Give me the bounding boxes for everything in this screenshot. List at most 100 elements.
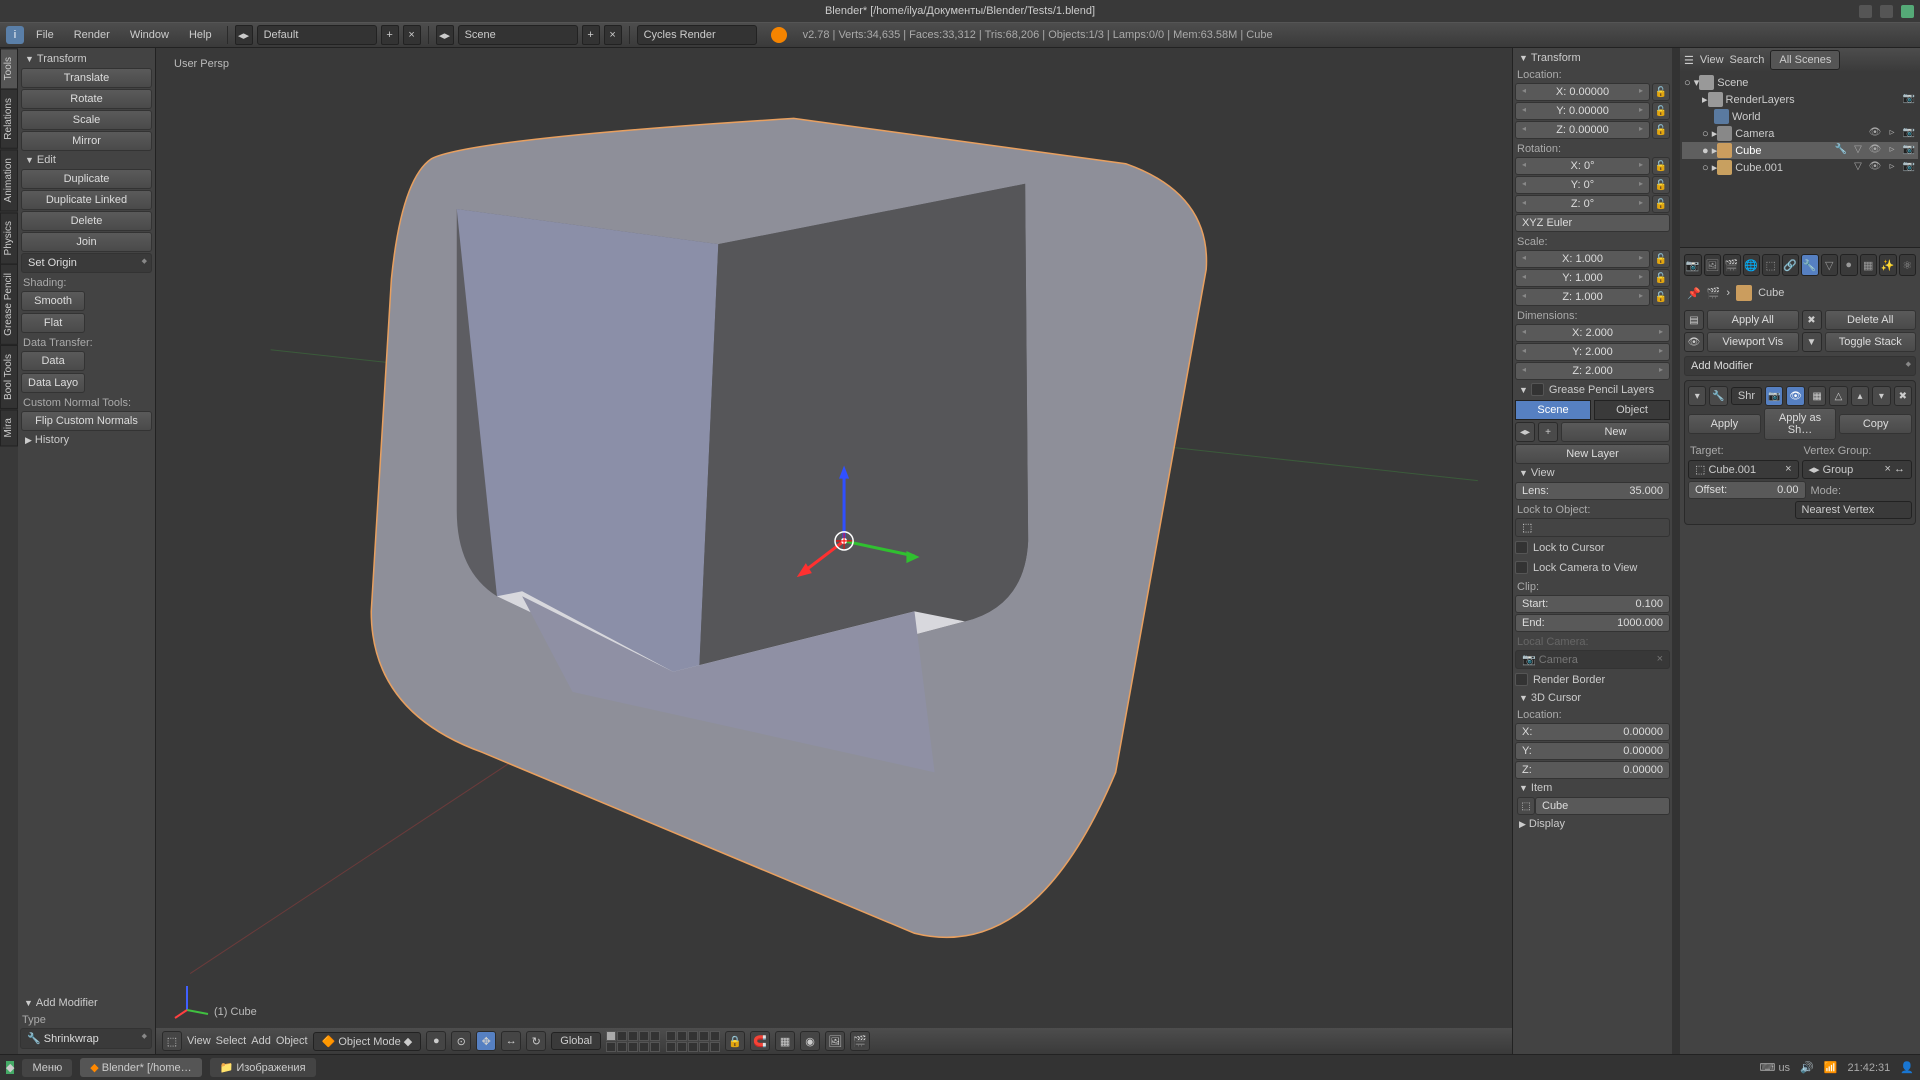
maximize-button[interactable]: [1880, 5, 1893, 18]
tab-physics[interactable]: Physics: [0, 212, 18, 264]
history-panel-header[interactable]: ▶History: [21, 432, 152, 448]
delete-icon[interactable]: ✖: [1802, 310, 1822, 330]
set-origin-dropdown[interactable]: Set Origin: [21, 253, 152, 273]
new-layer-button[interactable]: New Layer: [1515, 444, 1670, 464]
prop-tab-physics[interactable]: ⚛: [1899, 254, 1917, 276]
duplicate-linked-button[interactable]: Duplicate Linked: [21, 190, 152, 210]
manipulator-icon[interactable]: ✥: [476, 1031, 496, 1051]
lock-camera-checkbox[interactable]: [1515, 561, 1528, 574]
editmode-vis-icon[interactable]: ▦: [1808, 386, 1826, 406]
outliner-search-menu[interactable]: Search: [1730, 54, 1765, 66]
rotate-button[interactable]: Rotate: [21, 89, 152, 109]
scrollbar[interactable]: [1672, 48, 1680, 1054]
render-preview-icon[interactable]: 🖼: [825, 1031, 845, 1051]
add-modifier-dropdown[interactable]: Add Modifier: [1684, 356, 1916, 376]
move-down-icon[interactable]: ▾: [1872, 386, 1890, 406]
taskbar-images[interactable]: 📁 Изображения: [210, 1058, 316, 1077]
taskbar-menu[interactable]: Меню: [22, 1059, 72, 1077]
expand-icon[interactable]: ▤: [1684, 310, 1704, 330]
menu-object[interactable]: Object: [276, 1035, 308, 1047]
gp-scene-tab[interactable]: Scene: [1515, 400, 1591, 420]
gp-object-tab[interactable]: Object: [1594, 400, 1670, 420]
proportional-icon[interactable]: ◉: [800, 1031, 820, 1051]
local-camera-field[interactable]: 📷 Camera×: [1515, 650, 1670, 669]
editor-type-icon[interactable]: ⬚: [162, 1031, 182, 1051]
menu-view[interactable]: View: [187, 1035, 211, 1047]
dim-x-field[interactable]: ◂X: 2.000▸: [1515, 324, 1670, 342]
grease-pencil-header[interactable]: ▼Grease Pencil Layers: [1515, 381, 1670, 398]
prop-tab-constraints[interactable]: 🔗: [1782, 254, 1800, 276]
orientation-dropdown[interactable]: Global: [551, 1032, 601, 1050]
tab-animation[interactable]: Animation: [0, 149, 18, 211]
close-button[interactable]: [1901, 5, 1914, 18]
transform-panel-header[interactable]: ▼Transform: [21, 51, 152, 67]
start-menu-icon[interactable]: ◆: [6, 1061, 14, 1074]
location-x-field[interactable]: ◂X: 0.00000▸: [1515, 83, 1650, 101]
menu-help[interactable]: Help: [181, 26, 220, 44]
display-mode-dropdown[interactable]: All Scenes: [1770, 50, 1840, 70]
layer-buttons[interactable]: [606, 1031, 720, 1052]
operator-panel-header[interactable]: ▼Add Modifier: [20, 995, 152, 1011]
layout-del-icon[interactable]: ×: [403, 25, 421, 45]
render-anim-icon[interactable]: 🎬: [850, 1031, 870, 1051]
layout-prev-icon[interactable]: ◂▸: [235, 25, 253, 45]
lock-icon[interactable]: 🔓: [1652, 102, 1670, 120]
gp-new-button[interactable]: New: [1561, 422, 1670, 442]
pin-icon[interactable]: 📌: [1687, 287, 1701, 300]
collapse-icon[interactable]: ▾: [1688, 386, 1706, 406]
item-name-field[interactable]: Cube: [1535, 797, 1670, 815]
viewport-vis-button[interactable]: Viewport Vis: [1707, 332, 1799, 352]
lock-object-field[interactable]: ⬚: [1515, 518, 1670, 537]
lock-icon[interactable]: 🔓: [1652, 269, 1670, 287]
cursor-x-field[interactable]: X:0.00000: [1515, 723, 1670, 741]
lock-icon[interactable]: 🔓: [1652, 195, 1670, 213]
move-up-icon[interactable]: ▴: [1851, 386, 1869, 406]
mode-dropdown[interactable]: 🔶 Object Mode ◆: [313, 1032, 422, 1051]
vis-icon[interactable]: 👁: [1684, 332, 1704, 352]
tray-clock[interactable]: 21:42:31: [1847, 1062, 1890, 1074]
taskbar-blender[interactable]: ◆ Blender* [/home…: [80, 1058, 201, 1077]
lock-icon[interactable]: 🔓: [1652, 157, 1670, 175]
translate-button[interactable]: Translate: [21, 68, 152, 88]
remove-modifier-icon[interactable]: ✖: [1894, 386, 1912, 406]
scene-del-icon[interactable]: ×: [604, 25, 622, 45]
snap-icon[interactable]: 🧲: [750, 1031, 770, 1051]
tray-lang[interactable]: ⌨ us: [1760, 1061, 1791, 1074]
prop-tab-material[interactable]: ●: [1840, 254, 1858, 276]
gp-browse-icon[interactable]: ◂▸: [1515, 422, 1535, 442]
delete-button[interactable]: Delete: [21, 211, 152, 231]
prop-tab-render[interactable]: 📷: [1684, 254, 1702, 276]
tray-volume-icon[interactable]: 🔊: [1800, 1061, 1814, 1074]
prop-tab-texture[interactable]: ▦: [1860, 254, 1878, 276]
modifier-type-dropdown[interactable]: 🔧 Shrinkwrap: [20, 1028, 152, 1049]
apply-all-button[interactable]: Apply All: [1707, 310, 1799, 330]
smooth-button[interactable]: Smooth: [21, 291, 85, 311]
copy-button[interactable]: Copy: [1839, 414, 1912, 434]
flat-button[interactable]: Flat: [21, 313, 85, 333]
outliner-tree[interactable]: ○ ▾ Scene ▸ RenderLayers📷 World ○ ▸ Came…: [1680, 72, 1920, 247]
view-panel-header[interactable]: ▼View: [1515, 465, 1670, 481]
cursor-y-field[interactable]: Y:0.00000: [1515, 742, 1670, 760]
scene-add-icon[interactable]: +: [582, 25, 600, 45]
scale-button[interactable]: Scale: [21, 110, 152, 130]
lock-icon[interactable]: 🔓: [1652, 288, 1670, 306]
menu-render[interactable]: Render: [66, 26, 118, 44]
viewport-shading-icon[interactable]: ●: [426, 1031, 446, 1051]
scale-y-field[interactable]: ◂Y: 1.000▸: [1515, 269, 1650, 287]
editor-type-icon[interactable]: i: [6, 26, 24, 44]
clip-start-field[interactable]: Start:0.100: [1515, 595, 1670, 613]
menu-window[interactable]: Window: [122, 26, 177, 44]
lock-icon[interactable]: 🔓: [1652, 176, 1670, 194]
tab-relations[interactable]: Relations: [0, 89, 18, 149]
apply-button[interactable]: Apply: [1688, 414, 1761, 434]
vgroup-field[interactable]: ◂▸ Group× ↔: [1802, 460, 1913, 479]
prop-tab-object[interactable]: ⬚: [1762, 254, 1780, 276]
tab-mira[interactable]: Mira: [0, 409, 18, 446]
item-panel-header[interactable]: ▼Item: [1515, 780, 1670, 796]
render-border-checkbox[interactable]: [1515, 673, 1528, 686]
minimize-button[interactable]: [1859, 5, 1872, 18]
dim-y-field[interactable]: ◂Y: 2.000▸: [1515, 343, 1670, 361]
toggle-icon[interactable]: ▼: [1802, 332, 1822, 352]
location-z-field[interactable]: ◂Z: 0.00000▸: [1515, 121, 1650, 139]
data-layout-button[interactable]: Data Layo: [21, 373, 85, 393]
